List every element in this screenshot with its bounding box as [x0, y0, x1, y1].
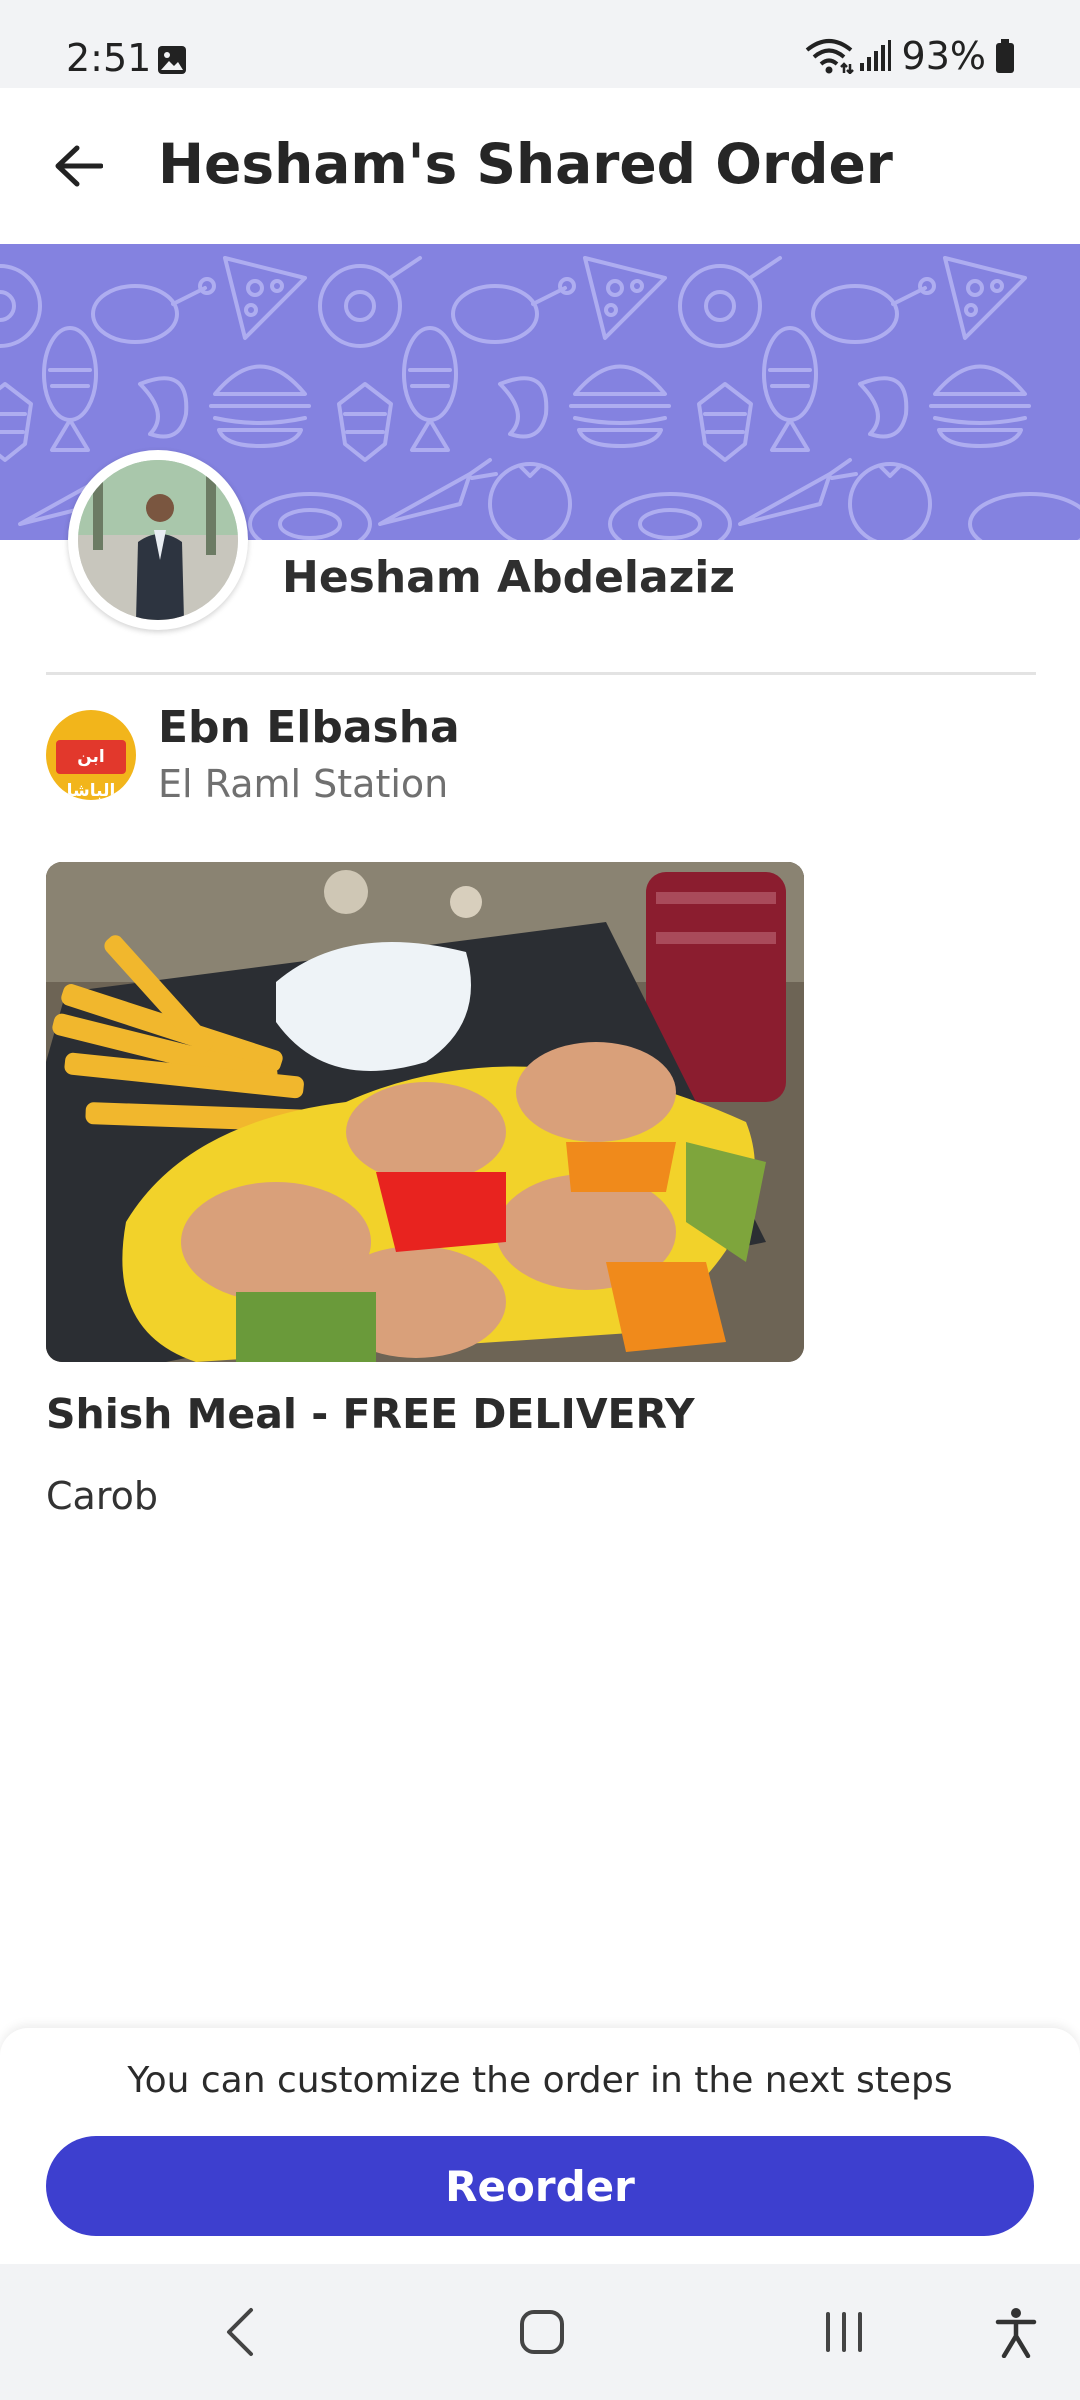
- app-bar: Hesham's Shared Order: [0, 88, 1080, 244]
- battery-icon: [996, 39, 1014, 73]
- system-nav-bar: [0, 2264, 1080, 2400]
- signal-icon: [859, 40, 891, 71]
- avatar: [68, 450, 248, 630]
- back-button[interactable]: [40, 128, 116, 204]
- arrow-left-icon: [55, 145, 103, 187]
- shish-meal-photo: [46, 862, 804, 1362]
- nav-recents-button[interactable]: [812, 2300, 876, 2364]
- item-option: Carob: [46, 1474, 158, 1518]
- home-nav-icon: [520, 2310, 564, 2354]
- battery-percent: 93%: [901, 34, 986, 78]
- restaurant-name: Ebn Elbasha: [158, 702, 460, 753]
- bottom-sheet: You can customize the order in the next …: [0, 2028, 1080, 2264]
- avatar-photo: [78, 460, 238, 620]
- restaurant-branch: El Raml Station: [158, 762, 449, 806]
- status-bar: 2:51 93%: [0, 0, 1080, 88]
- person-photo: [78, 460, 238, 620]
- restaurant-logo-text: ابن الباشا: [56, 740, 126, 800]
- customize-note: You can customize the order in the next …: [127, 2060, 953, 2101]
- wifi-icon: [805, 39, 854, 74]
- nav-home-button[interactable]: [510, 2300, 574, 2364]
- restaurant-logo: ابن الباشا: [46, 710, 136, 800]
- nav-accessibility-button[interactable]: [984, 2300, 1048, 2364]
- divider: [46, 672, 1036, 675]
- gallery-icon: [158, 46, 186, 74]
- item-image: [46, 862, 804, 1362]
- status-time: 2:51: [66, 36, 152, 80]
- recents-nav-icon: [826, 2312, 862, 2352]
- nav-back-button[interactable]: [208, 2300, 272, 2364]
- status-indicators: 93%: [804, 34, 1016, 78]
- page-title: Hesham's Shared Order: [158, 132, 893, 196]
- back-nav-icon: [227, 2308, 253, 2356]
- item-title: Shish Meal - FREE DELIVERY: [46, 1390, 695, 1438]
- accessibility-icon: [995, 2308, 1037, 2358]
- reorder-button[interactable]: Reorder: [46, 2136, 1034, 2236]
- user-name: Hesham Abdelaziz: [282, 552, 735, 603]
